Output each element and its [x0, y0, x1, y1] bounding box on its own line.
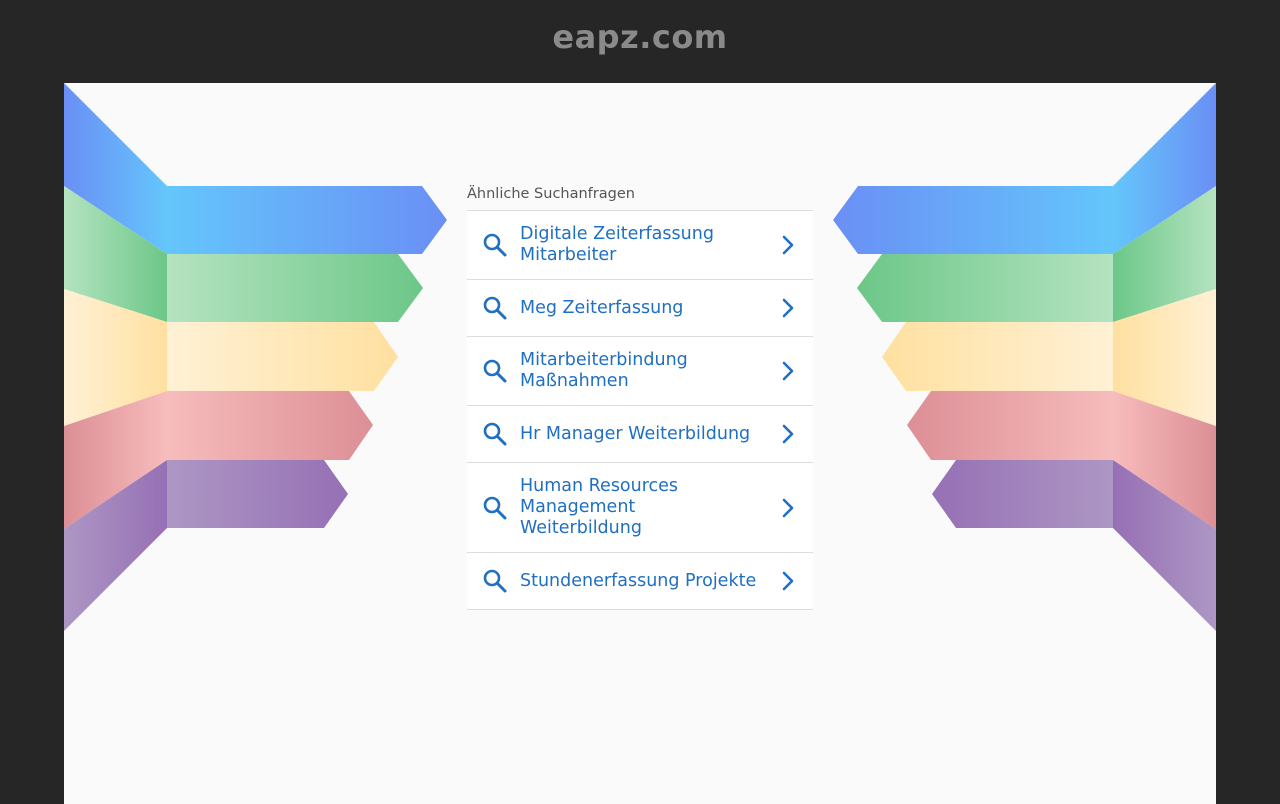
- right-ribbon-purple: [932, 460, 1113, 528]
- search-icon: [483, 233, 507, 257]
- related-search-link[interactable]: Stundenerfassung Projekte: [467, 553, 813, 610]
- related-search-label: Digitale Zeiterfassung Mitarbeiter: [520, 224, 714, 265]
- chevron-right-icon: [782, 498, 794, 517]
- right-ribbon-red: [907, 391, 1113, 460]
- chevron-right-icon: [782, 298, 794, 318]
- left-ribbon-yellow: [167, 322, 398, 391]
- related-search-link[interactable]: Hr Manager Weiterbildung: [467, 406, 813, 463]
- search-icon: [483, 359, 507, 383]
- related-search-link[interactable]: Human Resources Management Weiterbildung: [467, 463, 813, 553]
- chevron-right-icon: [782, 235, 794, 255]
- left-ribbon-purple: [167, 460, 348, 528]
- search-icon: [483, 296, 507, 320]
- right-ribbon-yellow: [882, 322, 1113, 391]
- related-search-link[interactable]: Meg Zeiterfassung: [467, 280, 813, 337]
- related-search-label: Mitarbeiterbindung Maßnahmen: [520, 350, 688, 391]
- right-ribbon-green: [857, 254, 1113, 322]
- content-panel: Ähnliche Suchanfragen Digitale Zeiterfas…: [64, 83, 1216, 804]
- left-ribbon-green: [167, 254, 423, 322]
- domain-title: eapz.com: [552, 18, 728, 56]
- left-ribbon-red: [167, 391, 373, 460]
- chevron-right-icon: [782, 571, 794, 591]
- search-icon: [483, 422, 507, 446]
- left-ribbon-blue: [167, 186, 447, 254]
- related-searches-heading: Ähnliche Suchanfragen: [467, 185, 813, 211]
- search-icon: [483, 496, 507, 519]
- chevron-right-icon: [782, 361, 794, 381]
- related-search-label: Meg Zeiterfassung: [520, 297, 684, 318]
- related-search-link[interactable]: Digitale Zeiterfassung Mitarbeiter: [467, 211, 813, 280]
- chevron-right-icon: [782, 424, 794, 444]
- related-search-label: Stundenerfassung Projekte: [520, 570, 757, 591]
- right-ribbon-blue: [833, 186, 1113, 254]
- top-bar: eapz.com: [0, 0, 1280, 83]
- related-searches: Ähnliche Suchanfragen Digitale Zeiterfas…: [467, 185, 813, 610]
- related-search-label: Human Resources Management Weiterbildung: [520, 476, 679, 538]
- search-icon: [483, 569, 507, 593]
- related-search-label: Hr Manager Weiterbildung: [520, 423, 751, 444]
- related-search-link[interactable]: Mitarbeiterbindung Maßnahmen: [467, 337, 813, 406]
